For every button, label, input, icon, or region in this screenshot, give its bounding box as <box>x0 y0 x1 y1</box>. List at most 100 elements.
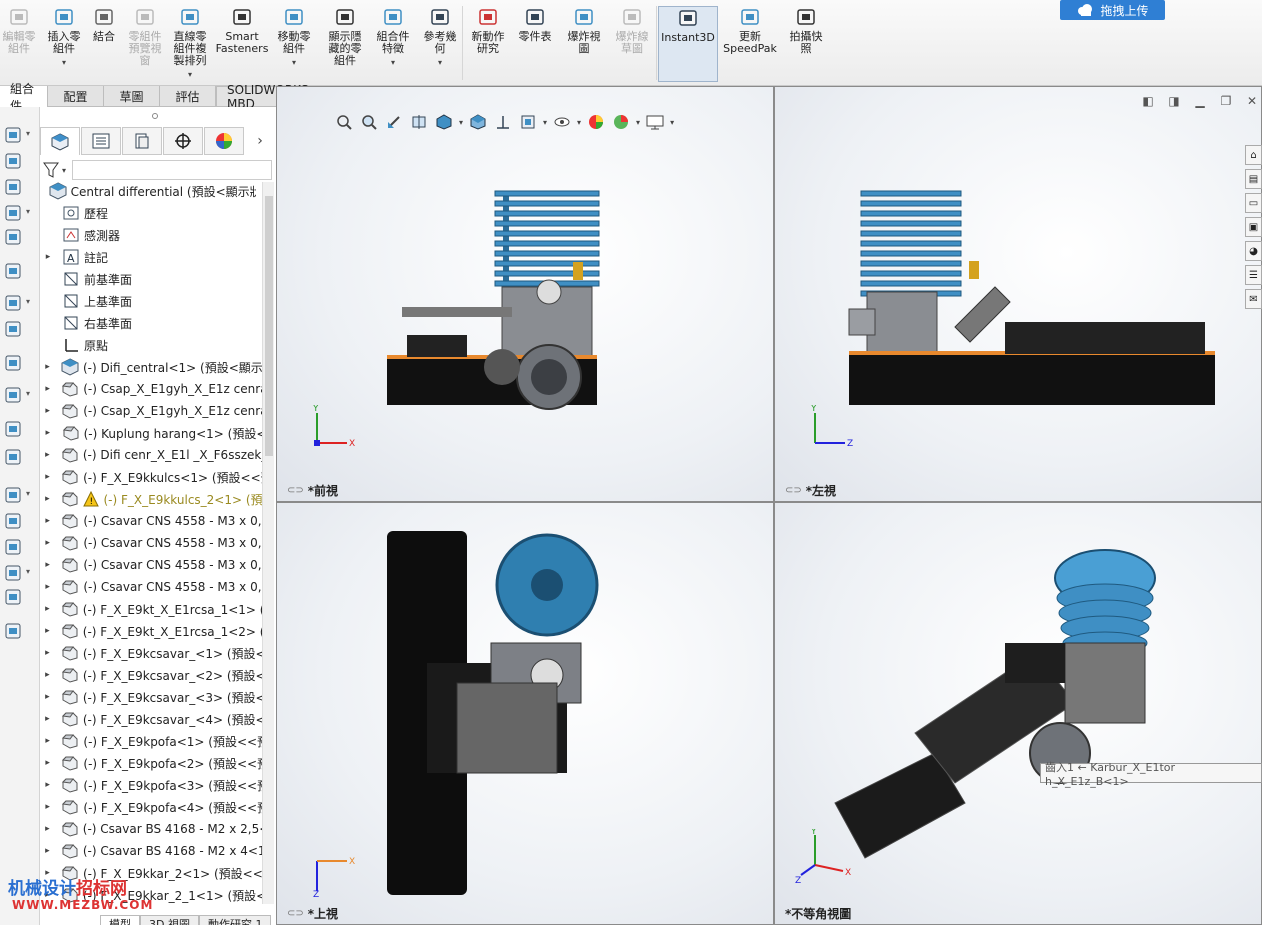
ribbon-button-6[interactable]: 移動零 組件 ▾ <box>272 6 316 82</box>
dropdown-caret-icon[interactable]: ▾ <box>391 57 395 69</box>
expand-arrow-icon[interactable]: ▸ <box>40 582 55 592</box>
ribbon-button-4[interactable]: 直線零 組件複 製排列 ▾ <box>168 6 212 82</box>
property-manager-tab[interactable] <box>81 127 121 155</box>
quick-tool-caret-icon[interactable]: ▾ <box>26 567 30 576</box>
tab-motion-study[interactable]: 動作研究 1 <box>198 915 272 925</box>
expand-arrow-icon[interactable]: ▸ <box>40 780 55 790</box>
previous-window-icon[interactable]: ◧ <box>1140 94 1156 108</box>
tree-item[interactable]: ▸ (-) F_X_E9kt_X_E1rcsa_1<2> (預 <box>40 620 262 642</box>
link-views-icon[interactable]: ⊂⊃ <box>287 908 304 919</box>
eye-icon[interactable] <box>552 112 572 132</box>
tree-item[interactable]: ▸ (-) F_X_E9kpofa<1> (預設<<預 <box>40 730 262 752</box>
quick-tool-icon[interactable] <box>2 385 24 405</box>
quick-tool-icon[interactable] <box>2 447 24 467</box>
tab-layout[interactable]: 配置 <box>48 86 104 107</box>
expand-arrow-icon[interactable]: ▸ <box>40 450 55 460</box>
tree-item[interactable]: ▸ (-) Kuplung harang<1> (預設< <box>40 422 262 444</box>
filter-input[interactable] <box>72 160 272 180</box>
ribbon-button-14[interactable]: Instant3D <box>658 6 718 82</box>
forum-icon[interactable]: ✉ <box>1245 289 1262 309</box>
tab-3d-views[interactable]: 3D 視圖 <box>140 915 199 925</box>
viewport-isometric[interactable]: Y X Z *不等角視圖 <box>774 502 1262 925</box>
quick-tool-icon[interactable] <box>2 203 24 223</box>
link-views-icon[interactable]: ⊂⊃ <box>785 485 802 496</box>
quick-tool-icon[interactable] <box>2 537 24 557</box>
expand-arrow-icon[interactable]: ▸ <box>40 362 55 372</box>
zoom-to-area-icon[interactable] <box>359 112 379 132</box>
next-window-icon[interactable]: ◨ <box>1166 94 1182 108</box>
hide-show-items-icon[interactable] <box>518 112 538 132</box>
tree-item[interactable]: ▸ (-) Csavar BS 4168 - M2 x 4<1> <box>40 840 262 862</box>
quick-tool-icon[interactable] <box>2 319 24 339</box>
configuration-manager-tab[interactable] <box>122 127 162 155</box>
apply-scene-icon[interactable] <box>611 112 631 132</box>
tree-item[interactable]: ▸ (-) F_X_E9kt_X_E1rcsa_1<1> (預 <box>40 598 262 620</box>
quick-tool-icon[interactable] <box>2 587 24 607</box>
tab-sketch[interactable]: 草圖 <box>104 86 160 107</box>
quick-tool-icon[interactable] <box>2 261 24 281</box>
ribbon-button-9[interactable]: 參考幾 何 ▾ <box>418 6 462 82</box>
ribbon-button-11[interactable]: 零件表 <box>514 6 556 82</box>
close-icon[interactable]: ✕ <box>1244 94 1260 108</box>
expand-arrow-icon[interactable]: ▸ <box>40 604 55 614</box>
display-style-icon[interactable] <box>468 112 488 132</box>
tree-item[interactable]: 感測器 <box>40 224 262 246</box>
minimize-icon[interactable]: ▁ <box>1192 94 1208 108</box>
quick-tool-caret-icon[interactable]: ▾ <box>26 297 30 306</box>
design-library-icon[interactable]: ▤ <box>1245 169 1262 189</box>
expand-arrow-icon[interactable]: ▸ <box>40 560 55 570</box>
custom-properties-icon[interactable]: ☰ <box>1245 265 1262 285</box>
ribbon-button-0[interactable]: 編輯零 組件 <box>0 6 38 82</box>
expand-arrow-icon[interactable]: ▸ <box>40 670 55 680</box>
scrollbar-thumb[interactable] <box>265 196 273 456</box>
expand-arrow-icon[interactable]: ▸ <box>40 714 55 724</box>
ribbon-button-2[interactable]: 結合 <box>88 6 120 82</box>
quick-tool-icon[interactable] <box>2 353 24 373</box>
ribbon-button-7[interactable]: 顯示隱 藏的零 組件 <box>322 6 368 82</box>
tree-item[interactable]: ▸ (-) Csavar CNS 4558 - M3 x 0,5 <box>40 554 262 576</box>
link-views-icon[interactable]: ⊂⊃ <box>287 485 304 496</box>
tree-item[interactable]: ▸ (-) Csavar BS 4168 - M2 x 2,5<1 <box>40 818 262 840</box>
quick-tool-icon[interactable] <box>2 621 24 641</box>
tree-item[interactable]: ▸ (-) Difi cenr_X_E1l _X_F6sszek_X <box>40 444 262 466</box>
expand-arrow-icon[interactable]: ▸ <box>40 626 55 636</box>
file-explorer-icon[interactable]: ▭ <box>1245 193 1262 213</box>
appearances-icon[interactable]: ◕ <box>1245 241 1262 261</box>
quick-tool-caret-icon[interactable]: ▾ <box>26 207 30 216</box>
tree-item[interactable]: ▸ (-) Csap_X_E1gyh_X_E1z cenral <box>40 400 262 422</box>
tree-item[interactable]: ▸ (-) F_X_E9kcsavar_<3> (預設<< <box>40 686 262 708</box>
dropdown-caret-icon[interactable]: ▾ <box>438 57 442 69</box>
expand-arrow-icon[interactable]: ▸ <box>40 824 55 834</box>
feature-manager-tab[interactable] <box>40 127 80 155</box>
eye-caret-icon[interactable]: ▾ <box>577 118 581 127</box>
origin-axes-icon[interactable] <box>493 112 513 132</box>
expand-arrow-icon[interactable]: ▸ <box>40 516 55 526</box>
viewport-left[interactable]: Y Z ⊂⊃ *左視 <box>774 86 1262 502</box>
upload-button[interactable]: 拖拽上传 <box>1060 0 1165 20</box>
tree-item[interactable]: 原點 <box>40 334 262 356</box>
ribbon-button-5[interactable]: Smart Fasteners <box>214 6 270 82</box>
tree-item[interactable]: ▸ (-) F_X_E9kpofa<3> (預設<<預 <box>40 774 262 796</box>
expand-arrow-icon[interactable]: ▸ <box>40 648 55 658</box>
ribbon-button-3[interactable]: 零組件 預覽視 窗 <box>124 6 166 82</box>
zoom-to-fit-icon[interactable] <box>334 112 354 132</box>
tree-item[interactable]: 上基準面 <box>40 290 262 312</box>
view-palette-icon[interactable]: ▣ <box>1245 217 1262 237</box>
expand-arrow-icon[interactable]: ▸ <box>40 252 56 262</box>
ribbon-button-16[interactable]: 拍攝快 照 <box>784 6 828 82</box>
tree-item[interactable]: 右基準面 <box>40 312 262 334</box>
expand-arrow-icon[interactable]: ▸ <box>40 846 55 856</box>
expand-arrow-icon[interactable]: ▸ <box>40 802 55 812</box>
quick-tool-icon[interactable] <box>2 151 24 171</box>
quick-tool-caret-icon[interactable]: ▾ <box>26 489 30 498</box>
tree-item[interactable]: ▸! (-) F_X_E9kkulcs_2<1> (預設 <box>40 488 262 510</box>
tree-item[interactable]: ▸ (-) Difi_central<1> (預設<顯示狀 <box>40 356 262 378</box>
tree-item[interactable]: ▸ A 註記 <box>40 246 262 268</box>
dropdown-caret-icon[interactable]: ▾ <box>62 57 66 69</box>
expand-arrow-icon[interactable]: ▸ <box>40 406 55 416</box>
section-view-icon[interactable] <box>409 112 429 132</box>
expand-arrow-icon[interactable]: ▸ <box>40 758 55 768</box>
tree-filter[interactable]: ▾ <box>42 159 272 181</box>
ribbon-button-12[interactable]: 爆炸視 圖 <box>562 6 606 82</box>
quick-tool-icon[interactable] <box>2 177 24 197</box>
